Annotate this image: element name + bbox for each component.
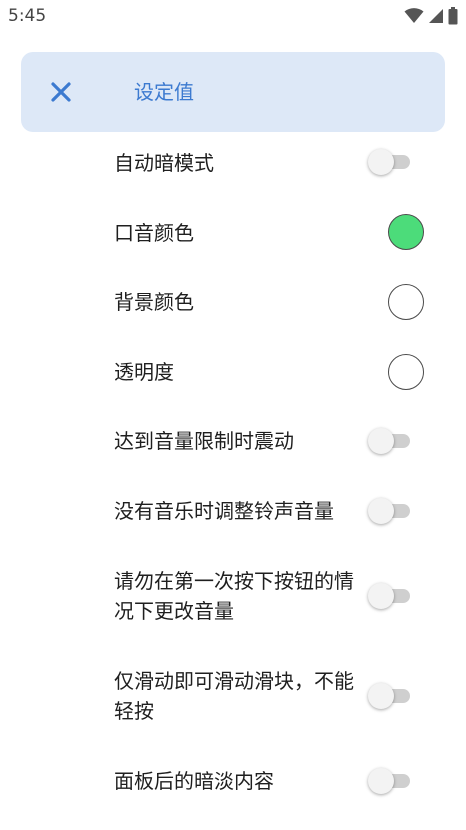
close-button[interactable] [47, 78, 75, 106]
ringer-volume-no-music-toggle[interactable] [368, 498, 412, 524]
status-bar: 5:45 [0, 0, 466, 32]
page-title: 设定值 [134, 80, 194, 104]
toggle-thumb [368, 149, 394, 175]
status-icons [404, 5, 458, 27]
toggle-thumb [368, 498, 394, 524]
accent-color-swatch[interactable] [388, 214, 424, 250]
toggle-thumb [368, 768, 394, 794]
setting-label: 达到音量限制时震动 [114, 429, 294, 453]
dim-behind-panel-toggle[interactable] [368, 768, 412, 794]
setting-label: 透明度 [114, 360, 174, 384]
no-change-first-press-toggle[interactable] [368, 583, 412, 609]
setting-label: 背景颜色 [114, 290, 194, 314]
slide-only-toggle[interactable] [368, 683, 412, 709]
setting-label: 没有音乐时调整铃声音量 [114, 499, 334, 523]
toggle-thumb [368, 683, 394, 709]
setting-label: 仅滑动即可滑动滑块，不能轻按 [114, 669, 354, 723]
setting-label: 请勿在第一次按下按钮的情况下更改音量 [114, 569, 354, 623]
cellular-signal-icon [429, 9, 443, 23]
auto-dark-mode-toggle[interactable] [368, 149, 412, 175]
background-color-swatch[interactable] [388, 284, 424, 320]
toggle-thumb [368, 583, 394, 609]
setting-label: 面板后的暗淡内容 [114, 769, 274, 793]
status-time: 5:45 [8, 6, 47, 26]
transparency-swatch[interactable] [388, 354, 424, 390]
battery-icon [448, 7, 458, 25]
setting-label: 口音颜色 [114, 221, 194, 245]
setting-label: 自动暗模式 [114, 151, 214, 175]
wifi-icon [404, 8, 424, 23]
close-icon [51, 82, 71, 102]
header-card: 设定值 [21, 52, 445, 132]
toggle-thumb [368, 428, 394, 454]
vibrate-at-limit-toggle[interactable] [368, 428, 412, 454]
